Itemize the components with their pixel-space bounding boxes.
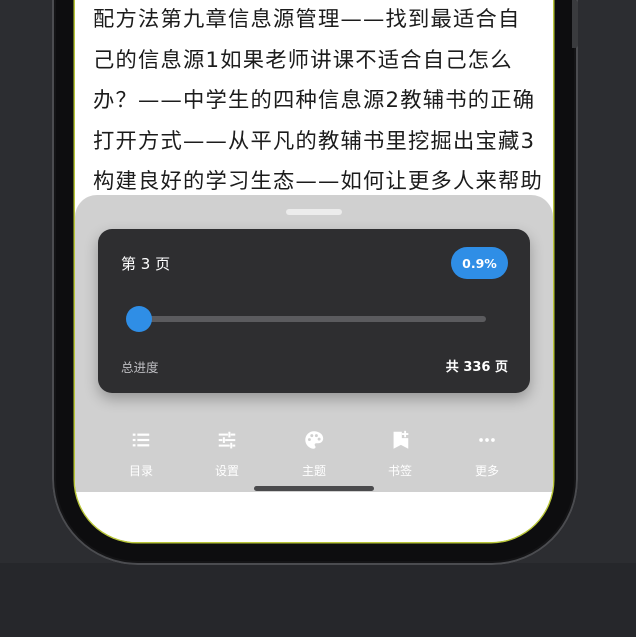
sheet-drag-handle[interactable] bbox=[286, 209, 342, 215]
reader-line: 己的信息源1如果老师讲课不适合自己怎么 bbox=[93, 47, 513, 73]
phone-side-button bbox=[572, 0, 578, 48]
total-pages-label: 共 336 页 bbox=[445, 360, 508, 375]
toolbar-item-label: 目录 bbox=[128, 464, 153, 478]
reader-menu-sheet: 第 3 页 0.9% 总进度 共 336 页 目录 设置 主题 书签 更多 bbox=[75, 195, 553, 492]
home-indicator-area bbox=[75, 492, 553, 542]
current-page-label: 第 3 页 bbox=[121, 255, 171, 273]
sliders-icon bbox=[218, 431, 236, 449]
reader-line: 办？——中学生的四种信息源2教辅书的正确 bbox=[93, 88, 536, 113]
reader-line: 构建良好的学习生态——如何让更多人来帮助 bbox=[93, 169, 543, 194]
progress-percent-badge: 0.9% bbox=[451, 247, 508, 279]
bookmark-add-icon bbox=[393, 430, 409, 449]
reader-toolbar: 目录 设置 主题 书签 更多 bbox=[97, 427, 531, 483]
total-progress-label: 总进度 bbox=[121, 360, 159, 375]
toolbar-item-label: 书签 bbox=[387, 464, 412, 478]
phone-screen: 配方法第九章信息源管理——找到最适合自 己的信息源1如果老师讲课不适合自己怎么 … bbox=[75, 0, 553, 542]
list-icon bbox=[132, 433, 150, 447]
reader-text: 配方法第九章信息源管理——找到最适合自 己的信息源1如果老师讲课不适合自己怎么 … bbox=[93, 0, 543, 203]
toolbar-item-more[interactable]: 更多 bbox=[450, 427, 524, 483]
toolbar-item-theme[interactable]: 主题 bbox=[277, 427, 351, 483]
progress-card: 第 3 页 0.9% 总进度 共 336 页 bbox=[98, 229, 530, 393]
background-band bbox=[0, 563, 636, 637]
more-icon bbox=[479, 438, 495, 442]
toolbar-item-label: 主题 bbox=[301, 464, 326, 478]
toolbar-item-contents[interactable]: 目录 bbox=[104, 427, 178, 483]
home-indicator[interactable] bbox=[254, 486, 374, 491]
toolbar-item-label: 更多 bbox=[474, 464, 499, 478]
toolbar-item-bookmark[interactable]: 书签 bbox=[363, 427, 437, 483]
toolbar-item-settings[interactable]: 设置 bbox=[190, 427, 264, 483]
reader-line: 配方法第九章信息源管理——找到最适合自 bbox=[93, 7, 521, 32]
progress-slider[interactable] bbox=[126, 306, 486, 332]
reader-line: 打开方式——从平凡的教辅书里挖掘出宝藏3 bbox=[93, 128, 536, 154]
toolbar-item-label: 设置 bbox=[214, 464, 239, 478]
progress-slider-thumb[interactable] bbox=[126, 306, 153, 332]
palette-icon bbox=[305, 431, 324, 449]
